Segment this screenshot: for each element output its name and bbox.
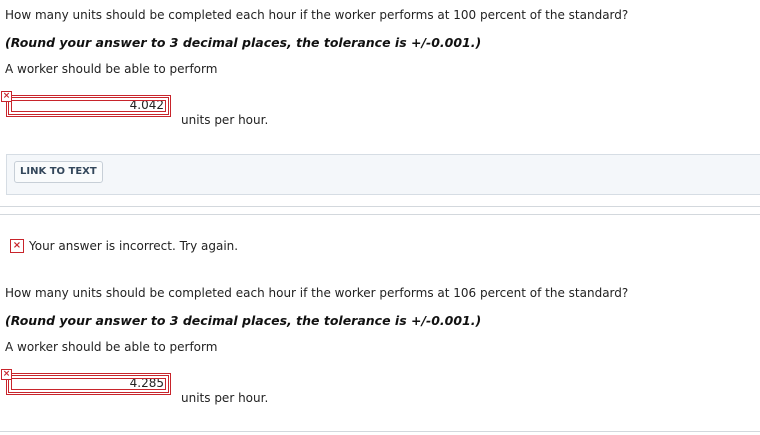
question-2-prompt: A worker should be able to perform <box>5 340 218 354</box>
link-to-text-button[interactable]: LINK TO TEXT <box>14 161 103 183</box>
answer-input-1[interactable] <box>6 95 171 117</box>
link-to-text-panel: LINK TO TEXT <box>6 154 760 195</box>
error-x-icon: × <box>1 369 12 380</box>
question-1-instruction: (Round your answer to 3 decimal places, … <box>5 35 482 50</box>
answer-field-1: × <box>1 91 171 117</box>
feedback-message: Your answer is incorrect. Try again. <box>29 239 239 253</box>
divider <box>0 431 760 432</box>
answer-field-2: × <box>1 369 171 395</box>
question-2-text: How many units should be completed each … <box>5 286 629 300</box>
error-x-icon: × <box>1 91 12 102</box>
question-2-instruction: (Round your answer to 3 decimal places, … <box>5 313 482 328</box>
unit-label-2: units per hour. <box>181 391 269 405</box>
incorrect-x-icon: × <box>10 239 24 253</box>
question-1-text: How many units should be completed each … <box>5 8 629 22</box>
divider <box>0 214 760 215</box>
unit-label-1: units per hour. <box>181 113 269 127</box>
question-1-prompt: A worker should be able to perform <box>5 62 218 76</box>
divider <box>0 206 760 207</box>
answer-input-2[interactable] <box>6 373 171 395</box>
